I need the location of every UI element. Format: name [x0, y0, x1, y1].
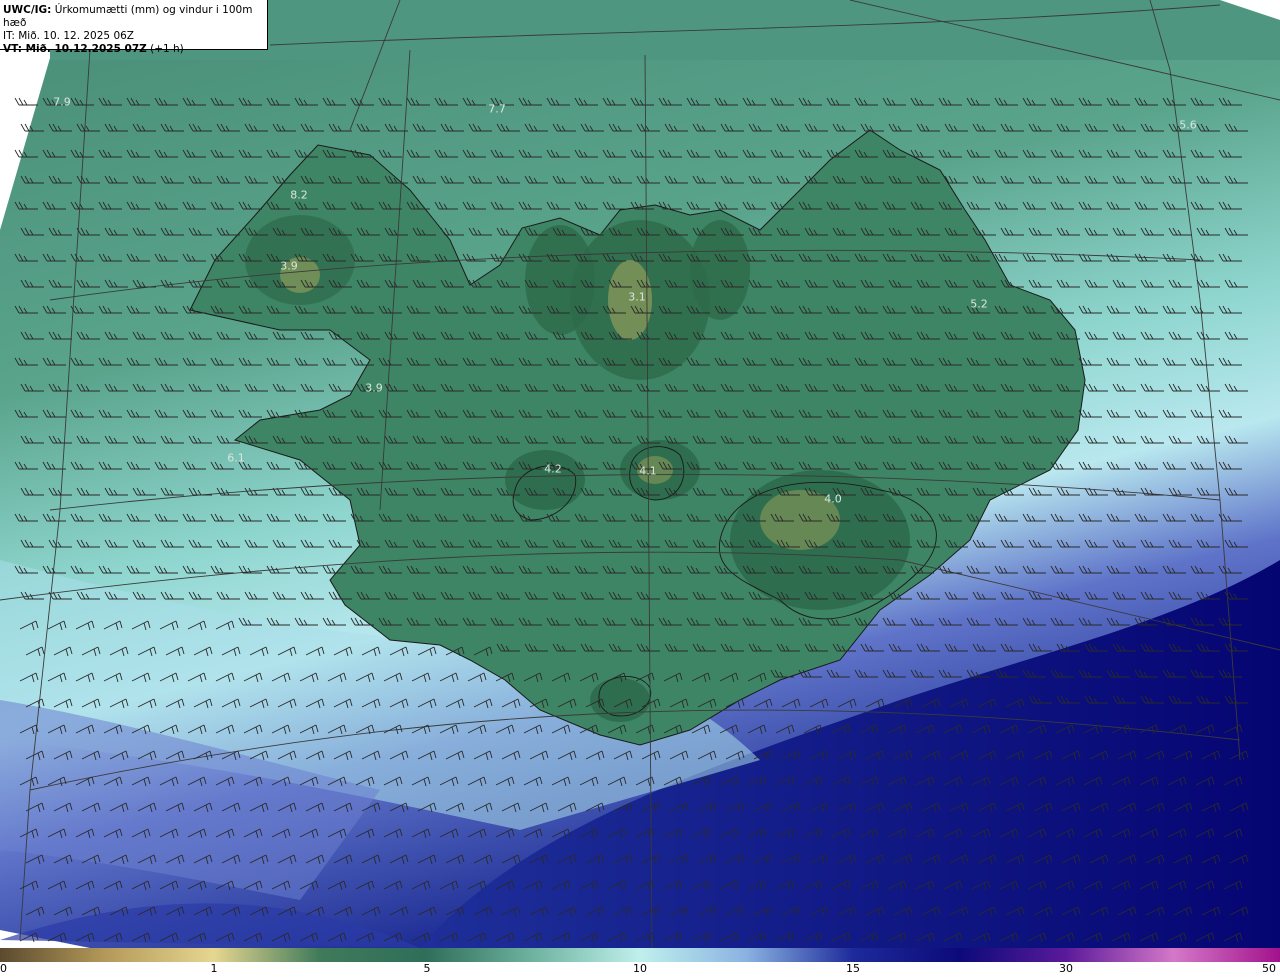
highland-langjokull [505, 450, 585, 510]
colorbar-strip [0, 948, 1280, 962]
title-line: UWC/IG: Úrkomumætti (mm) og vindur i 100… [3, 4, 264, 30]
precip-value-label: 4.0 [824, 492, 842, 506]
title-box: UWC/IG: Úrkomumætti (mm) og vindur i 100… [0, 0, 268, 55]
colorbar-tick-label: 30 [1059, 962, 1073, 975]
highland-trollaskagi [525, 225, 595, 335]
precip-value-label: 5.6 [1179, 118, 1197, 132]
valid-time: VT: Mið. 10.12.2025 07Z [3, 43, 147, 55]
precip-value-label: 4.2 [544, 462, 562, 476]
forecast-map: 7.9 7.7 5.6 8.2 3.9 3.1 5.2 3.9 6.1 4.2 4.1 4.0 UWC… [0, 0, 1280, 948]
precip-value-label: 6.1 [227, 451, 245, 465]
valid-time-line: VT: Mið. 10.12.2025 07Z (+1 h) [3, 43, 264, 56]
init-time: IT: Mið. 10. 12. 2025 06Z [3, 30, 134, 42]
precip-value-label: 5.2 [970, 297, 988, 311]
precip-value-label: 7.7 [488, 102, 506, 116]
colorbar-tick-label: 1 [210, 962, 218, 975]
model-name: UWC/IG: [3, 4, 52, 16]
precip-value-label: 4.1 [639, 464, 657, 478]
precip-value-label: 8.2 [290, 188, 308, 202]
precip-value-label: 3.1 [628, 290, 646, 304]
precip-value-label: 3.9 [280, 259, 298, 273]
colorbar-tick-label: 10 [633, 962, 647, 975]
lead-time: (+1 h) [146, 43, 184, 55]
precip-value-label: 7.9 [53, 95, 71, 109]
precip-value-label: 3.9 [365, 381, 383, 395]
colorbar [0, 948, 1280, 962]
colorbar-tick-label: 15 [846, 962, 860, 975]
colorbar-tick-label: 5 [423, 962, 431, 975]
colorbar-tick-label: 0 [0, 962, 7, 975]
colorbar-tick-label: 50 [1262, 962, 1276, 975]
